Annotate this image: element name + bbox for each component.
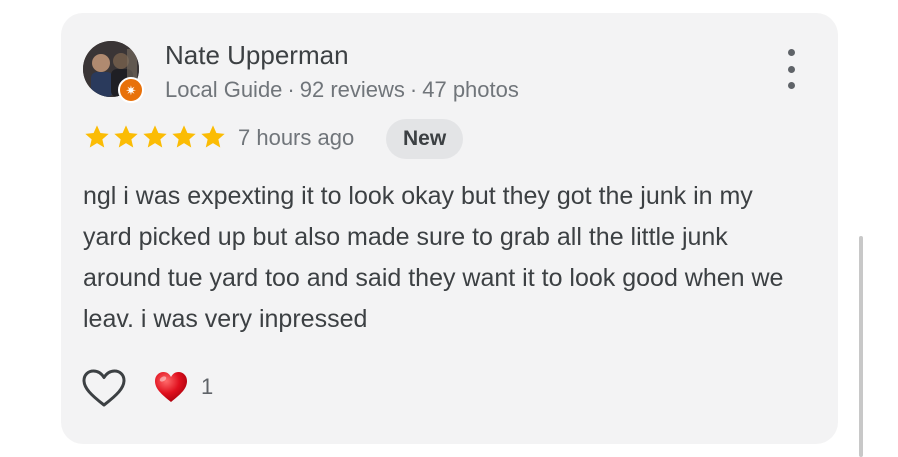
more-options-button[interactable]: [776, 49, 806, 89]
meta-separator: ·: [409, 77, 418, 102]
star-icon: [172, 125, 196, 148]
meta-separator: ·: [287, 77, 295, 102]
heart-outline-icon: [82, 369, 126, 407]
review-text: ngl i was expexting it to look okay but …: [83, 182, 784, 333]
reviewer-role: Local Guide: [165, 77, 283, 102]
star-icon: [114, 125, 138, 148]
scrollbar[interactable]: [859, 236, 863, 457]
new-badge: New: [386, 119, 464, 159]
reaction-count: 1: [201, 374, 214, 399]
review-time: 7 hours ago: [238, 125, 355, 150]
reviewer-review-count: 92 reviews: [299, 77, 405, 102]
star-icon: [85, 125, 109, 148]
reviewer-photo-count: 47 photos: [422, 77, 519, 102]
reviewer-name[interactable]: Nate Upperman: [165, 40, 349, 71]
red-heart-icon: [155, 372, 187, 402]
star-icon: [143, 125, 167, 148]
reaction-summary[interactable]: 1: [153, 370, 213, 404]
review-card: ✷ Nate Upperman Local Guide · 92 reviews · 4…: [61, 13, 838, 444]
star-rating: [83, 123, 227, 151]
like-button[interactable]: [81, 368, 127, 408]
reviewer-meta: Local Guide · 92 reviews · 47 photos: [165, 77, 519, 103]
local-guide-badge-icon: ✷: [118, 77, 144, 103]
star-icon: [201, 125, 225, 148]
more-vert-icon: [787, 49, 795, 56]
